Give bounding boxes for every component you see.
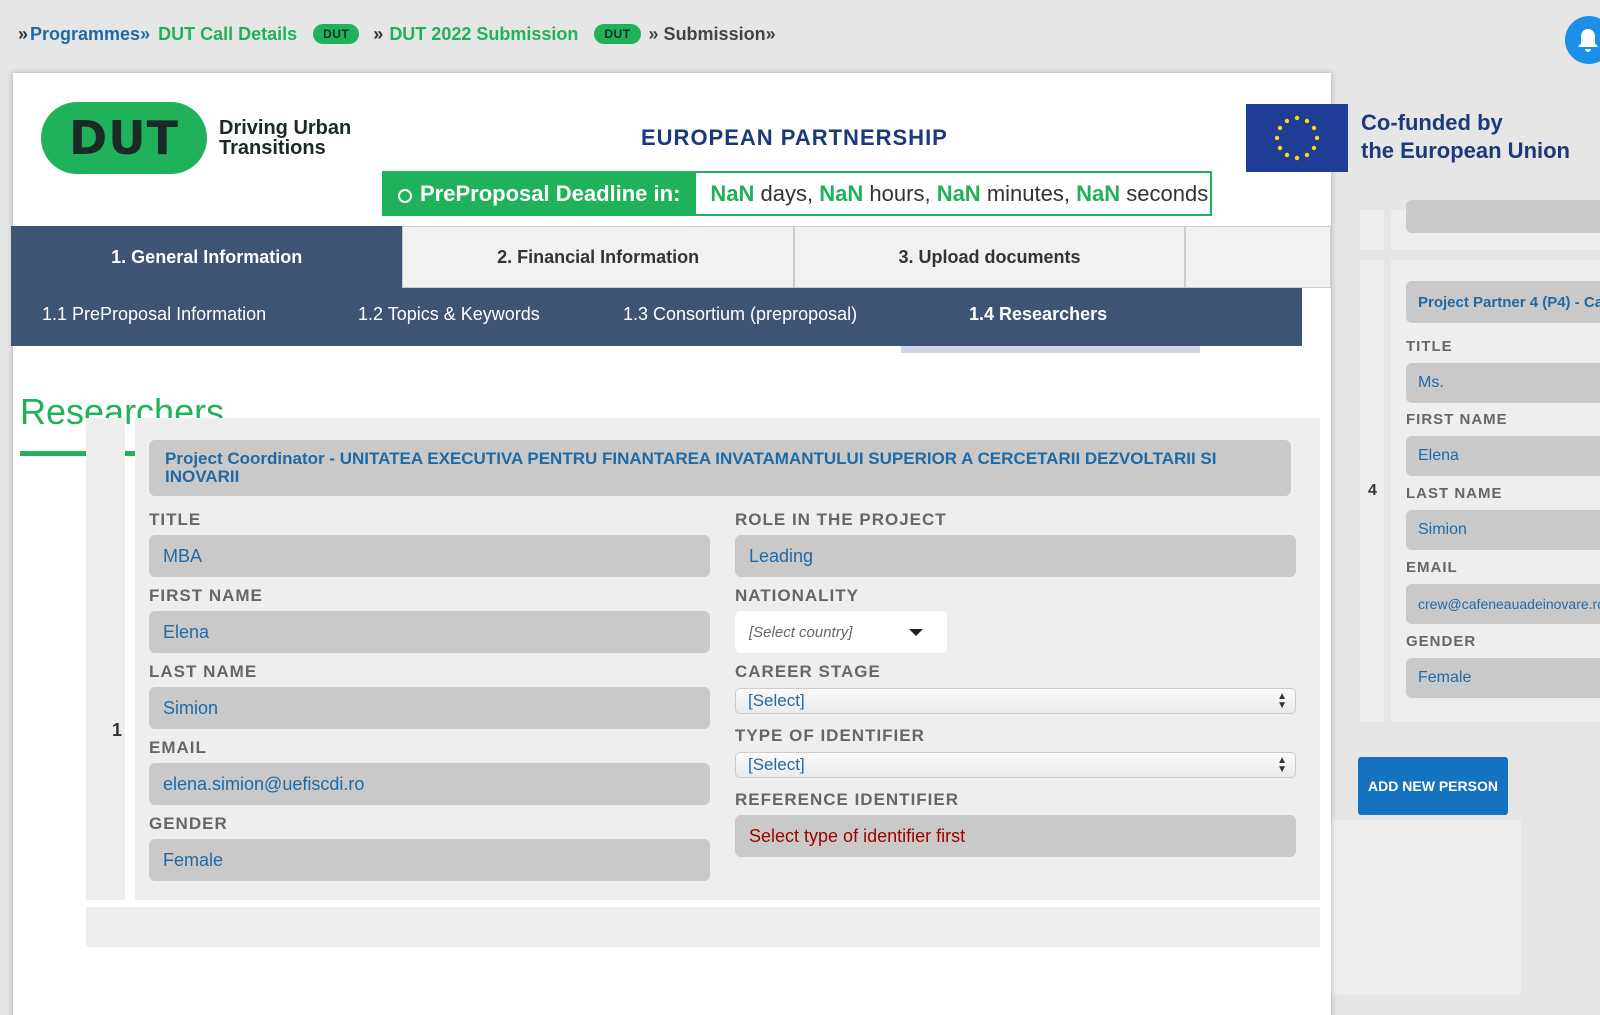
partner-4-email-field[interactable]: crew@cafeneauadeinovare.ro (1406, 584, 1600, 624)
type-identifier-value: [Select] (748, 755, 805, 774)
email-field[interactable]: elena.simion@uefiscdi.ro (149, 763, 710, 805)
seconds-unit: seconds (1126, 180, 1209, 206)
gender-field[interactable]: Female (149, 839, 710, 881)
add-new-person-button[interactable]: ADD NEW PERSON (1358, 757, 1508, 815)
eu-text-line-2: the European Union (1361, 138, 1570, 163)
minutes-value: NaN (936, 180, 981, 206)
career-stage-value: [Select] (748, 691, 805, 710)
deadline-value: NaN days, NaN hours, NaN minutes, NaN se… (696, 173, 1208, 214)
tab-general-information[interactable]: 1. General Information (11, 226, 403, 288)
breadcrumb-current: » Submission» (648, 23, 776, 44)
type-identifier-select[interactable]: [Select] ▲ ▼ (735, 752, 1296, 778)
subtab-preproposal-information[interactable]: 1.1 PreProposal Information (42, 304, 266, 325)
partner-4-heading: Project Partner 4 (P4) - Cafe (1406, 281, 1600, 323)
breadcrumb-separator: » (373, 23, 384, 44)
partner-4-last-name-label: LAST NAME (1406, 485, 1503, 502)
last-name-label: LAST NAME (149, 662, 258, 681)
partner-4-gender-label: GENDER (1406, 633, 1477, 650)
role-label: ROLE IN THE PROJECT (735, 510, 947, 529)
partner-4-gender-field[interactable]: Female (1406, 658, 1600, 698)
title-field[interactable]: MBA (149, 535, 710, 577)
tab-upload-documents[interactable]: 3. Upload documents (793, 226, 1186, 288)
partner-4-title-field[interactable]: Ms. (1406, 363, 1600, 403)
dut-badge: DUT (594, 24, 641, 44)
breadcrumb-separator: » (18, 23, 29, 44)
eu-cofunded-text: Co-funded by the European Union (1361, 109, 1570, 165)
dut-logo: DUT Driving Urban Transitions (41, 102, 351, 174)
subtab-consortium[interactable]: 1.3 Consortium (preproposal) (623, 304, 857, 325)
select-arrows-icon: ▲ ▼ (1277, 755, 1287, 775)
deadline-countdown: PreProposal Deadline in: NaN days, NaN h… (382, 171, 1212, 216)
first-name-field[interactable]: Elena (149, 611, 710, 653)
main-tabs: 1. General Information 2. Financial Info… (11, 226, 1331, 288)
researcher-1-card: Project Coordinator - UNITATEA EXECUTIVA… (135, 418, 1320, 900)
nationality-label: NATIONALITY (735, 586, 860, 605)
career-stage-label: CAREER STAGE (735, 662, 881, 681)
first-name-label: FIRST NAME (149, 586, 263, 605)
dut-logo-tagline: Driving Urban Transitions (219, 118, 351, 158)
partner-4-number: 4 (1368, 482, 1377, 499)
dut-tagline-line-2: Transitions (219, 137, 326, 159)
seconds-value: NaN (1076, 180, 1121, 206)
deadline-label-text: PreProposal Deadline in: (420, 180, 681, 206)
type-identifier-label: TYPE OF IDENTIFIER (735, 726, 925, 745)
next-row-side-cell (1349, 907, 1519, 947)
email-label: EMAIL (149, 738, 207, 757)
reference-identifier-field[interactable]: Select type of identifier first (735, 815, 1296, 857)
reference-identifier-label: REFERENCE IDENTIFIER (735, 790, 960, 809)
researcher-1-number: 1 (112, 720, 123, 740)
researcher-1-heading: Project Coordinator - UNITATEA EXECUTIVA… (149, 440, 1291, 496)
partner-4-last-name-field[interactable]: Simion (1406, 510, 1600, 550)
breadcrumb-dut-call-details-link[interactable]: DUT Call Details (158, 24, 297, 45)
partner-3-number-cell (1360, 210, 1384, 250)
breadcrumb-dut-2022-submission-link[interactable]: DUT 2022 Submission (389, 24, 578, 45)
role-field[interactable]: Leading (735, 535, 1296, 577)
title-label: TITLE (149, 510, 202, 529)
clock-icon (398, 188, 412, 203)
subtab-researchers[interactable]: 1.4 Researchers (969, 304, 1107, 325)
nationality-select[interactable]: [Select country] (735, 611, 947, 653)
next-researcher-row (86, 907, 1320, 947)
tab-financial-information[interactable]: 2. Financial Information (402, 226, 794, 288)
breadcrumb: » Programmes» DUT Call Details DUT » DUT… (12, 20, 776, 48)
days-unit: days, (760, 180, 814, 206)
partner-4-email-label: EMAIL (1406, 559, 1458, 576)
eu-stars-icon (1274, 115, 1320, 161)
subtab-topics-keywords[interactable]: 1.2 Topics & Keywords (358, 304, 540, 325)
nationality-select-value: [Select country] (749, 623, 853, 641)
notification-bell-button[interactable] (1565, 16, 1600, 64)
eu-text-line-1: Co-funded by (1361, 110, 1503, 135)
partner-3-gender-field[interactable] (1406, 200, 1600, 233)
hours-unit: hours, (869, 180, 931, 206)
hours-value: NaN (819, 180, 864, 206)
page-title: EUROPEAN PARTNERSHIP (641, 125, 948, 150)
partner-4-first-name-label: FIRST NAME (1406, 411, 1508, 428)
dut-logo-mark: DUT (41, 102, 207, 174)
dut-tagline-line-1: Driving Urban (219, 117, 352, 139)
partner-4-title-label: TITLE (1406, 338, 1453, 355)
dut-badge: DUT (313, 24, 360, 44)
sub-tabs: 1.1 PreProposal Information 1.2 Topics &… (11, 288, 1302, 353)
caret-down-icon (909, 629, 923, 636)
bell-icon (1578, 29, 1598, 52)
career-stage-select[interactable]: [Select] ▲ ▼ (735, 688, 1296, 714)
minutes-unit: minutes, (986, 180, 1070, 206)
breadcrumb-programmes-link[interactable]: Programmes» (30, 24, 150, 45)
active-subtab-indicator (901, 346, 1200, 353)
tab-placeholder (1185, 226, 1331, 288)
select-arrows-icon: ▲ ▼ (1277, 691, 1287, 711)
researcher-1-number-cell (86, 418, 125, 900)
days-value: NaN (710, 180, 755, 206)
deadline-label: PreProposal Deadline in: (384, 173, 697, 214)
gender-label: GENDER (149, 814, 228, 833)
partner-4-first-name-field[interactable]: Elena (1406, 436, 1600, 476)
last-name-field[interactable]: Simion (149, 687, 710, 729)
eu-flag-logo (1246, 104, 1348, 172)
